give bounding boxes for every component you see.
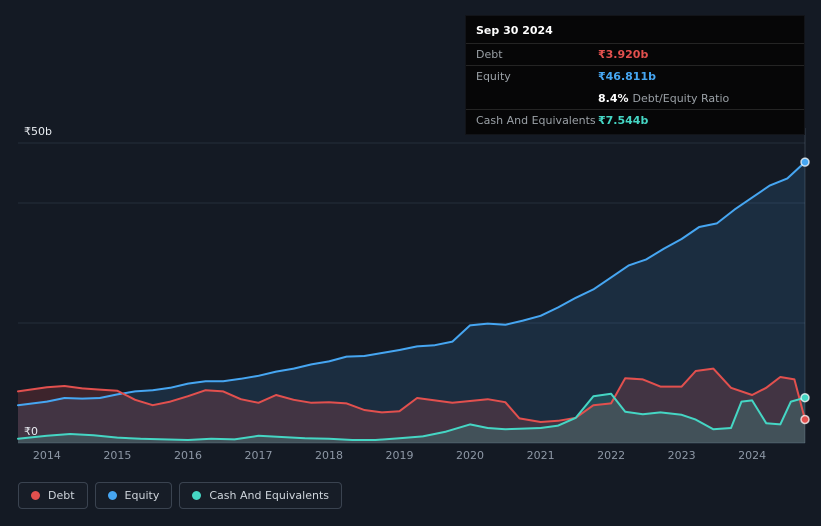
- x-axis-label-2020: 2020: [456, 449, 484, 462]
- series-endpoint-debt: [800, 414, 810, 425]
- tooltip-cash-value: ₹7.544b: [598, 113, 649, 127]
- legend-item-equity[interactable]: Equity: [94, 482, 173, 509]
- legend-label: Debt: [48, 489, 75, 502]
- x-axis-label-2018: 2018: [315, 449, 343, 462]
- x-axis-label-2015: 2015: [103, 449, 131, 462]
- x-axis-label-2022: 2022: [597, 449, 625, 462]
- tooltip-row-ratio: 8.4% Debt/Equity Ratio: [466, 88, 804, 109]
- debt-legend-dot-icon: [31, 491, 40, 500]
- cash-and-equivalents-legend-dot-icon: [192, 491, 202, 500]
- tooltip-debt-value: ₹3.920b: [598, 48, 649, 62]
- tooltip-row-cash: Cash And Equivalents ₹7.544b: [466, 108, 804, 134]
- tooltip-equity-value: ₹46.811b: [598, 70, 656, 84]
- y-axis-label--50b: ₹50b: [24, 125, 52, 138]
- x-axis-label-2017: 2017: [245, 449, 273, 462]
- tooltip-equity-label: Equity: [476, 70, 511, 84]
- legend: Debt Equity Cash And Equivalents: [18, 482, 342, 509]
- tooltip-ratio-value: 8.4%: [598, 91, 629, 105]
- legend-item-cash-and-equivalents[interactable]: Cash And Equivalents: [179, 482, 342, 509]
- x-axis-label-2016: 2016: [174, 449, 202, 462]
- y-axis-label--0: ₹0: [24, 425, 38, 438]
- equity-legend-dot-icon: [107, 491, 117, 500]
- series-endpoint-cash-and-equivalents: [800, 392, 810, 403]
- tooltip-ratio-label: Debt/Equity Ratio: [632, 91, 730, 105]
- legend-label: Cash And Equivalents: [209, 489, 329, 502]
- x-axis-label-2021: 2021: [527, 449, 555, 462]
- tooltip-debt-label: Debt: [476, 48, 503, 62]
- series-endpoint-equity: [800, 157, 810, 167]
- debt-equity-history-panel: { "colors": { "debt": "#e2504e", "equity…: [0, 0, 821, 526]
- x-axis-label-2023: 2023: [668, 449, 696, 462]
- legend-item-debt[interactable]: Debt: [18, 482, 88, 509]
- tooltip-row-equity: Equity ₹46.811b: [466, 65, 804, 87]
- x-axis-label-2019: 2019: [386, 449, 414, 462]
- tooltip: Sep 30 2024 Debt ₹3.920b Equity ₹46.811b…: [465, 15, 805, 135]
- x-axis-label-2014: 2014: [33, 449, 61, 462]
- tooltip-date: Sep 30 2024: [476, 24, 553, 37]
- tooltip-cash-label: Cash And Equivalents: [476, 113, 596, 127]
- tooltip-row-debt: Debt ₹3.920b: [466, 43, 804, 65]
- chart-area: 2014 2015 2016 2017 2018 2019 2020 2021 2022 2023…: [0, 0, 821, 526]
- x-axis-label-2024: 2024: [738, 449, 766, 462]
- tooltip-ratio: 8.4% Debt/Equity Ratio: [598, 92, 729, 105]
- legend-label: Equity: [124, 489, 160, 502]
